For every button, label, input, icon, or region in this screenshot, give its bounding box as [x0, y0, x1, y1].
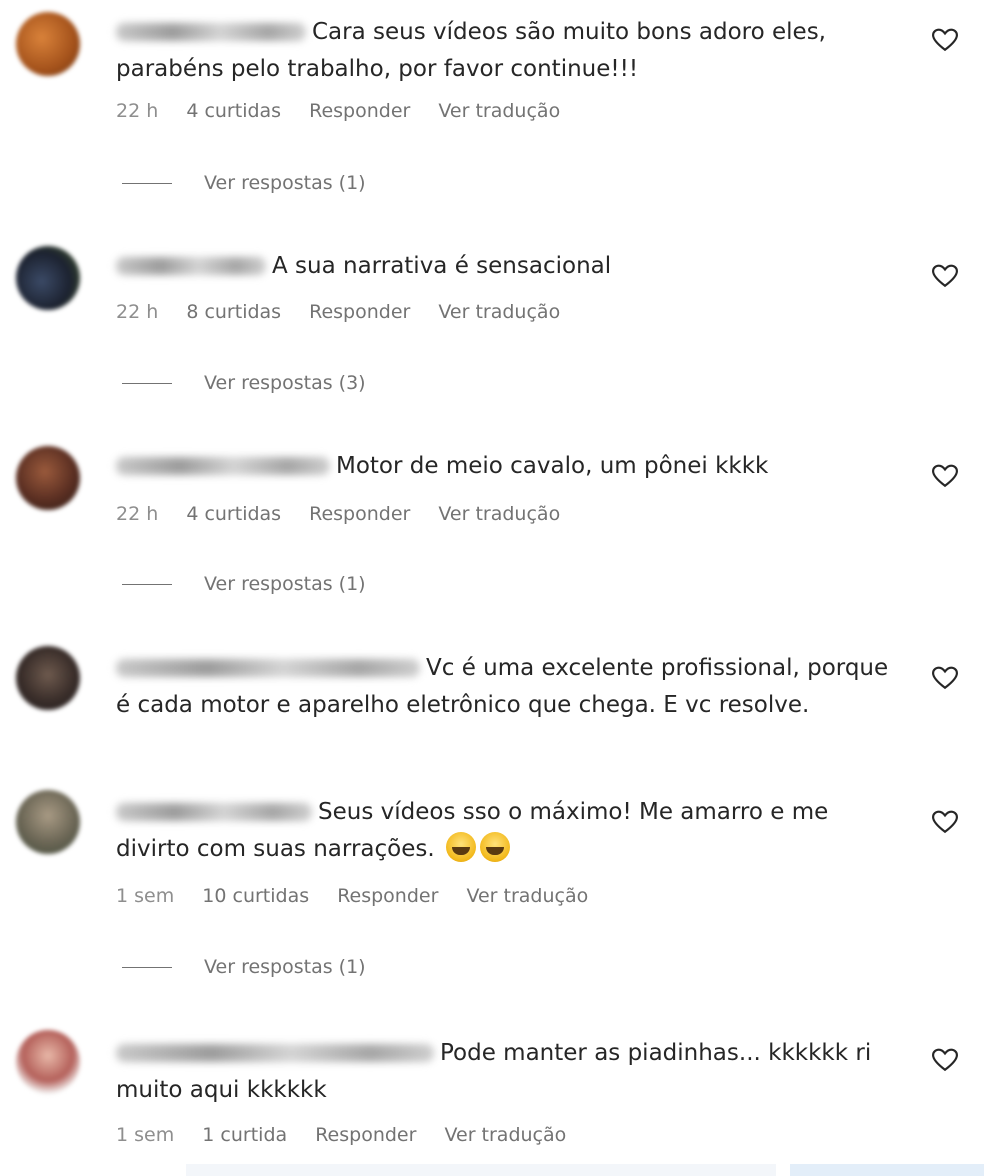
translate-button[interactable]: Ver tradução [438, 301, 560, 323]
reply-button[interactable]: Responder [315, 1124, 416, 1146]
translate-button[interactable]: Ver tradução [466, 885, 588, 907]
avatar[interactable] [16, 1030, 80, 1094]
likes-count[interactable]: 8 curtidas [186, 301, 281, 323]
comment-meta: 22 h 4 curtidas Responder Ver tradução [116, 100, 582, 122]
view-replies-label: Ver respostas (1) [204, 172, 366, 194]
comment-meta: 22 h 8 curtidas Responder Ver tradução [116, 301, 582, 323]
username-blurred[interactable] [116, 659, 420, 677]
heart-icon[interactable] [932, 1048, 958, 1072]
comment-text: Seus vídeos sso o máximo! Me amarro e me… [116, 794, 906, 868]
username-blurred[interactable] [116, 257, 266, 275]
reply-button[interactable]: Responder [309, 100, 410, 122]
bottom-panel-edge [186, 1164, 776, 1176]
likes-count[interactable]: 10 curtidas [202, 885, 309, 907]
translate-button[interactable]: Ver tradução [438, 100, 560, 122]
comment-time[interactable]: 22 h [116, 100, 158, 122]
username-blurred[interactable] [116, 23, 306, 41]
avatar[interactable] [16, 246, 80, 310]
divider-line [122, 584, 172, 585]
divider-line [122, 183, 172, 184]
comment-body: Motor de meio cavalo, um pônei kkkk [336, 453, 769, 479]
avatar[interactable] [16, 446, 80, 510]
username-blurred[interactable] [116, 457, 330, 475]
bottom-button-edge [790, 1164, 984, 1176]
comment-meta: 22 h 4 curtidas Responder Ver tradução [116, 503, 582, 525]
comment-text: Pode manter as piadinhas... kkkkkk ri mu… [116, 1035, 906, 1109]
avatar[interactable] [16, 646, 80, 710]
avatar[interactable] [16, 12, 80, 76]
view-replies-button[interactable]: Ver respostas (1) [122, 956, 366, 978]
view-replies-label: Ver respostas (1) [204, 573, 366, 595]
laughing-emoji-icon [445, 832, 476, 862]
divider-line [122, 967, 172, 968]
translate-button[interactable]: Ver tradução [438, 503, 560, 525]
laughing-emoji-icon [479, 832, 510, 862]
view-replies-button[interactable]: Ver respostas (3) [122, 372, 366, 394]
translate-button[interactable]: Ver tradução [444, 1124, 566, 1146]
reply-button[interactable]: Responder [309, 301, 410, 323]
comment-time[interactable]: 1 sem [116, 1124, 174, 1146]
view-replies-button[interactable]: Ver respostas (1) [122, 573, 366, 595]
comment-time[interactable]: 22 h [116, 503, 158, 525]
comment-time[interactable]: 22 h [116, 301, 158, 323]
comment-text: A sua narrativa é sensacional [116, 248, 906, 285]
comment-text: Cara seus vídeos são muito bons adoro el… [116, 14, 906, 88]
reply-button[interactable]: Responder [337, 885, 438, 907]
heart-icon[interactable] [932, 264, 958, 288]
comment-meta: 1 sem 1 curtida Responder Ver tradução [116, 1124, 588, 1146]
divider-line [122, 383, 172, 384]
view-replies-label: Ver respostas (3) [204, 372, 366, 394]
comment-meta: 1 sem 10 curtidas Responder Ver tradução [116, 885, 610, 907]
comment-body: A sua narrativa é sensacional [272, 253, 612, 279]
comment-time[interactable]: 1 sem [116, 885, 174, 907]
comment-text: Motor de meio cavalo, um pônei kkkk [116, 448, 906, 485]
username-blurred[interactable] [116, 1044, 434, 1062]
likes-count[interactable]: 4 curtidas [186, 503, 281, 525]
reply-button[interactable]: Responder [309, 503, 410, 525]
view-replies-label: Ver respostas (1) [204, 956, 366, 978]
view-replies-button[interactable]: Ver respostas (1) [122, 172, 366, 194]
likes-count[interactable]: 4 curtidas [186, 100, 281, 122]
heart-icon[interactable] [932, 28, 958, 52]
heart-icon[interactable] [932, 666, 958, 690]
likes-count[interactable]: 1 curtida [202, 1124, 287, 1146]
avatar[interactable] [16, 790, 80, 854]
username-blurred[interactable] [116, 803, 312, 821]
heart-icon[interactable] [932, 464, 958, 488]
comment-text: Vc é uma excelente profissional, porque … [116, 650, 906, 724]
heart-icon[interactable] [932, 810, 958, 834]
